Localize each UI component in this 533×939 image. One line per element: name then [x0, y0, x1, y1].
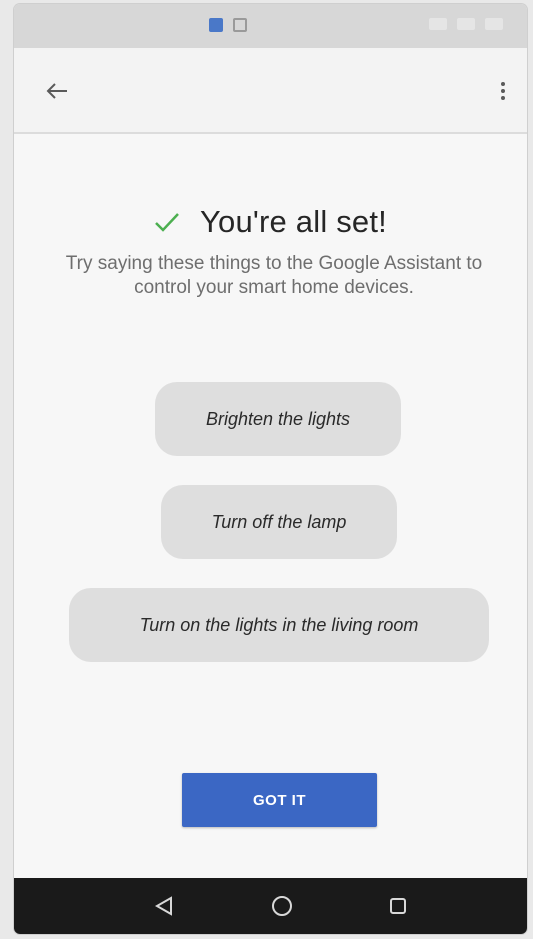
status-bar — [14, 4, 527, 48]
arrow-left-icon — [46, 83, 67, 99]
square-recents-icon — [390, 898, 406, 914]
instruction-text: Try saying these things to the Google As… — [65, 253, 483, 298]
notification-icon — [209, 18, 223, 32]
image-icon — [233, 18, 247, 32]
app-bar — [14, 48, 527, 134]
navigation-bar — [14, 878, 527, 934]
suggestion-chip[interactable]: Turn on the lights in the living room — [69, 588, 489, 662]
nav-home-button[interactable] — [266, 890, 298, 922]
setup-complete-panel: You're all set! Try saying these things … — [14, 134, 527, 879]
nav-recents-button[interactable] — [382, 890, 414, 922]
more-vert-icon — [501, 82, 505, 100]
check-icon — [155, 213, 179, 232]
page-title: You're all set! — [199, 204, 387, 239]
got-it-button[interactable]: GOT IT — [182, 773, 377, 827]
phone-screen: You're all set! Try saying these things … — [14, 4, 527, 934]
nav-back-button[interactable] — [148, 890, 180, 922]
title-row: You're all set! — [14, 204, 527, 240]
signal-icon — [429, 18, 447, 30]
battery-icon — [485, 18, 503, 30]
suggestion-chip[interactable]: Brighten the lights — [155, 382, 401, 456]
back-button[interactable] — [40, 74, 74, 108]
suggestion-chip[interactable]: Turn off the lamp — [161, 485, 397, 559]
wifi-icon — [457, 18, 475, 30]
more-options-button[interactable] — [489, 74, 517, 108]
circle-home-icon — [272, 896, 292, 916]
triangle-back-icon — [154, 896, 172, 916]
